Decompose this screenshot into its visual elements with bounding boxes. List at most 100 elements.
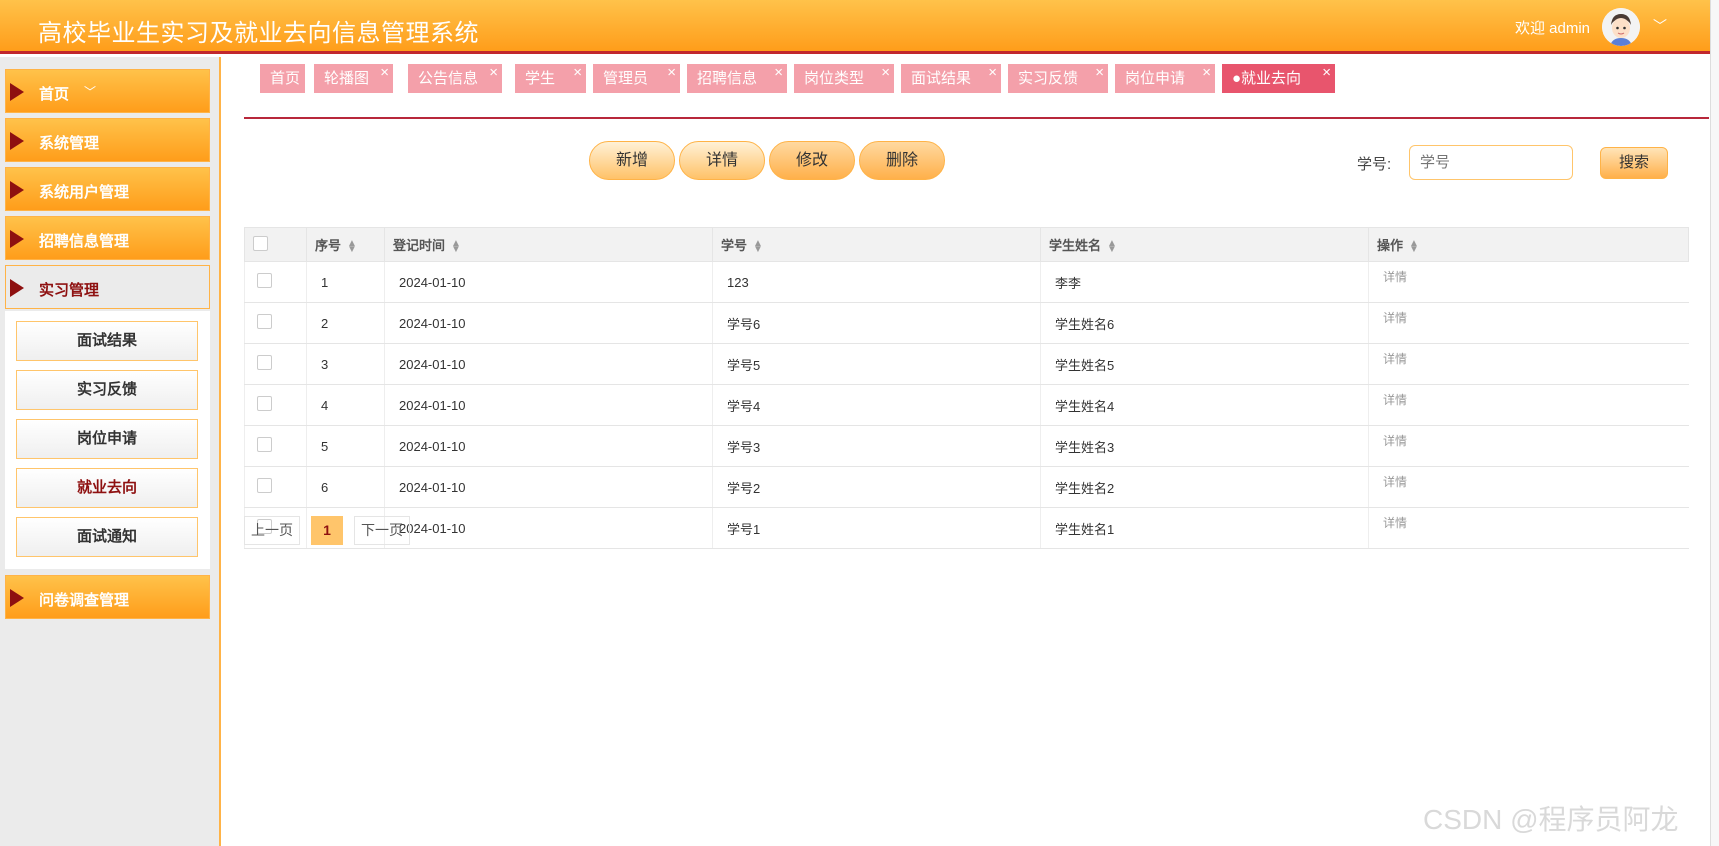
row-detail-link[interactable]: 详情 [1368,261,1689,303]
close-icon[interactable]: × [380,58,389,87]
row-detail-link[interactable]: 详情 [1368,425,1689,467]
submenu-interview-notice[interactable]: 面试通知 [16,517,198,557]
menu-label: 问卷调查管理 [39,592,130,609]
prev-page-button[interactable]: 上一页 [244,516,300,545]
tab-label: 面试结果 [911,70,972,87]
menu-recruitment[interactable]: 招聘信息管理 [5,216,210,260]
close-icon[interactable]: × [1202,58,1211,87]
close-icon[interactable]: × [988,58,997,87]
triangle-arrow-icon [6,576,28,620]
user-avatar[interactable] [1602,8,1640,46]
row-detail-link[interactable]: 详情 [1368,466,1689,508]
welcome-text: 欢迎 admin [1515,20,1591,37]
row-checkbox[interactable] [257,355,272,370]
edit-button[interactable]: 修改 [769,141,855,180]
delete-button[interactable]: 删除 [859,141,945,180]
tab-job-types[interactable]: 岗位类型 × [794,64,894,93]
close-icon[interactable]: × [489,58,498,87]
submenu-job-application[interactable]: 岗位申请 [16,419,198,459]
row-checkbox[interactable] [257,437,272,452]
table-row[interactable]: 3 2024-01-10 学号5 学生姓名5 详情 [244,343,1689,385]
tab-label: 岗位申请 [1125,70,1186,87]
table-row[interactable]: 5 2024-01-10 学号3 学生姓名3 详情 [244,425,1689,467]
row-detail-link[interactable]: 详情 [1368,302,1689,344]
menu-label: 招聘信息管理 [39,233,130,250]
tab-home[interactable]: 首页 [260,64,305,93]
tab-interview-results[interactable]: 面试结果 × [901,64,1001,93]
row-detail-link[interactable]: 详情 [1368,507,1689,549]
watermark: CSDN @程序员阿龙 [1423,804,1679,835]
sort-icon[interactable]: ▲ ▼ [1107,238,1117,254]
user-dropdown-chevron-icon[interactable]: ﹀ [1653,16,1667,36]
col-header-actions[interactable]: 操作 ▲ ▼ [1368,227,1689,262]
tab-label: 轮播图 [324,70,370,87]
menu-system-users[interactable]: 系统用户管理 [5,167,210,211]
tab-label: 岗位类型 [804,70,865,87]
close-icon[interactable]: × [881,58,890,87]
close-icon[interactable]: × [573,58,582,87]
tab-employment-destination[interactable]: ●就业去向 × [1222,64,1335,93]
triangle-arrow-icon [6,168,28,212]
detail-button[interactable]: 详情 [679,141,765,180]
submenu-internship-feedback[interactable]: 实习反馈 [16,370,198,410]
row-checkbox[interactable] [257,273,272,288]
top-header: 高校毕业生实习及就业去向信息管理系统 欢迎 admin ﹀ [0,0,1710,54]
row-checkbox[interactable] [257,314,272,329]
close-icon[interactable]: × [667,58,676,87]
tab-admins[interactable]: 管理员 × [593,64,680,93]
next-page-button[interactable]: 下一页 [354,516,410,545]
tab-announcements[interactable]: 公告信息 × [408,64,502,93]
col-header-time[interactable]: 登记时间 ▲ ▼ [384,227,713,262]
menu-survey[interactable]: 问卷调查管理 [5,575,210,619]
tab-label: 学生 [525,70,556,87]
submenu-employment-destination[interactable]: 就业去向 [16,468,198,508]
row-checkbox[interactable] [257,396,272,411]
row-detail-link[interactable]: 详情 [1368,343,1689,385]
table-row[interactable]: 2 2024-01-10 学号6 学生姓名6 详情 [244,302,1689,344]
student-id-search-input[interactable] [1409,145,1573,180]
sort-icon[interactable]: ▲ ▼ [347,238,357,254]
tab-students[interactable]: 学生 × [515,64,586,93]
tab-recruitment[interactable]: 招聘信息 × [687,64,787,93]
sort-icon[interactable]: ▲ ▼ [451,238,461,254]
menu-label: 系统管理 [39,135,100,152]
chevron-down-icon: ﹀ [84,85,97,99]
tab-divider [244,117,1709,119]
col-header-student-id[interactable]: 学号 ▲ ▼ [712,227,1041,262]
scrollbar[interactable] [1710,0,1719,846]
select-all-cell [244,227,307,262]
submenu-interview-result[interactable]: 面试结果 [16,321,198,361]
sort-icon[interactable]: ▲ ▼ [753,238,763,254]
close-icon[interactable]: × [1095,58,1104,87]
sort-icon[interactable]: ▲ ▼ [1409,238,1419,254]
tab-internship-feedback[interactable]: 实习反馈 × [1008,64,1108,93]
triangle-arrow-icon [6,217,28,261]
tab-job-applications[interactable]: 岗位申请 × [1115,64,1215,93]
table-row[interactable]: 4 2024-01-10 学号4 学生姓名4 详情 [244,384,1689,426]
data-table: 序号 ▲ ▼ 登记时间 ▲ ▼ 学号 ▲ ▼ 学生姓名 ▲ ▼ 操作 ▲ ▼ 1 2024-01-10… [244,227,1689,549]
row-checkbox[interactable] [257,478,272,493]
col-header-index[interactable]: 序号 ▲ ▼ [306,227,385,262]
table-row[interactable]: 6 2024-01-10 学号2 学生姓名2 详情 [244,466,1689,508]
triangle-arrow-icon [6,119,28,163]
menu-label: 系统用户管理 [39,184,130,201]
tab-label: 公告信息 [418,70,479,87]
add-button[interactable]: 新增 [589,141,675,180]
table-header-row: 序号 ▲ ▼ 登记时间 ▲ ▼ 学号 ▲ ▼ 学生姓名 ▲ ▼ 操作 ▲ ▼ [244,227,1689,262]
close-icon[interactable]: × [1322,58,1331,87]
table-row[interactable]: 72024-01-10学号1学生姓名1详情 [244,507,1689,549]
search-button[interactable]: 搜索 [1600,147,1668,179]
menu-internship[interactable]: 实习管理 [5,265,210,309]
table-row[interactable]: 1 2024-01-10 123 李李 详情 [244,261,1689,303]
menu-label: 首页 [39,86,70,103]
menu-system[interactable]: 系统管理 [5,118,210,162]
tab-label: 首页 [270,70,301,87]
menu-home[interactable]: 首页 ﹀ [5,69,210,113]
col-header-student-name[interactable]: 学生姓名 ▲ ▼ [1040,227,1369,262]
select-all-checkbox[interactable] [253,235,268,251]
tab-label: ●就业去向 [1232,70,1302,87]
tab-carousel[interactable]: 轮播图 × [314,64,393,93]
row-detail-link[interactable]: 详情 [1368,384,1689,426]
close-icon[interactable]: × [774,58,783,87]
page-1-button[interactable]: 1 [311,516,343,545]
